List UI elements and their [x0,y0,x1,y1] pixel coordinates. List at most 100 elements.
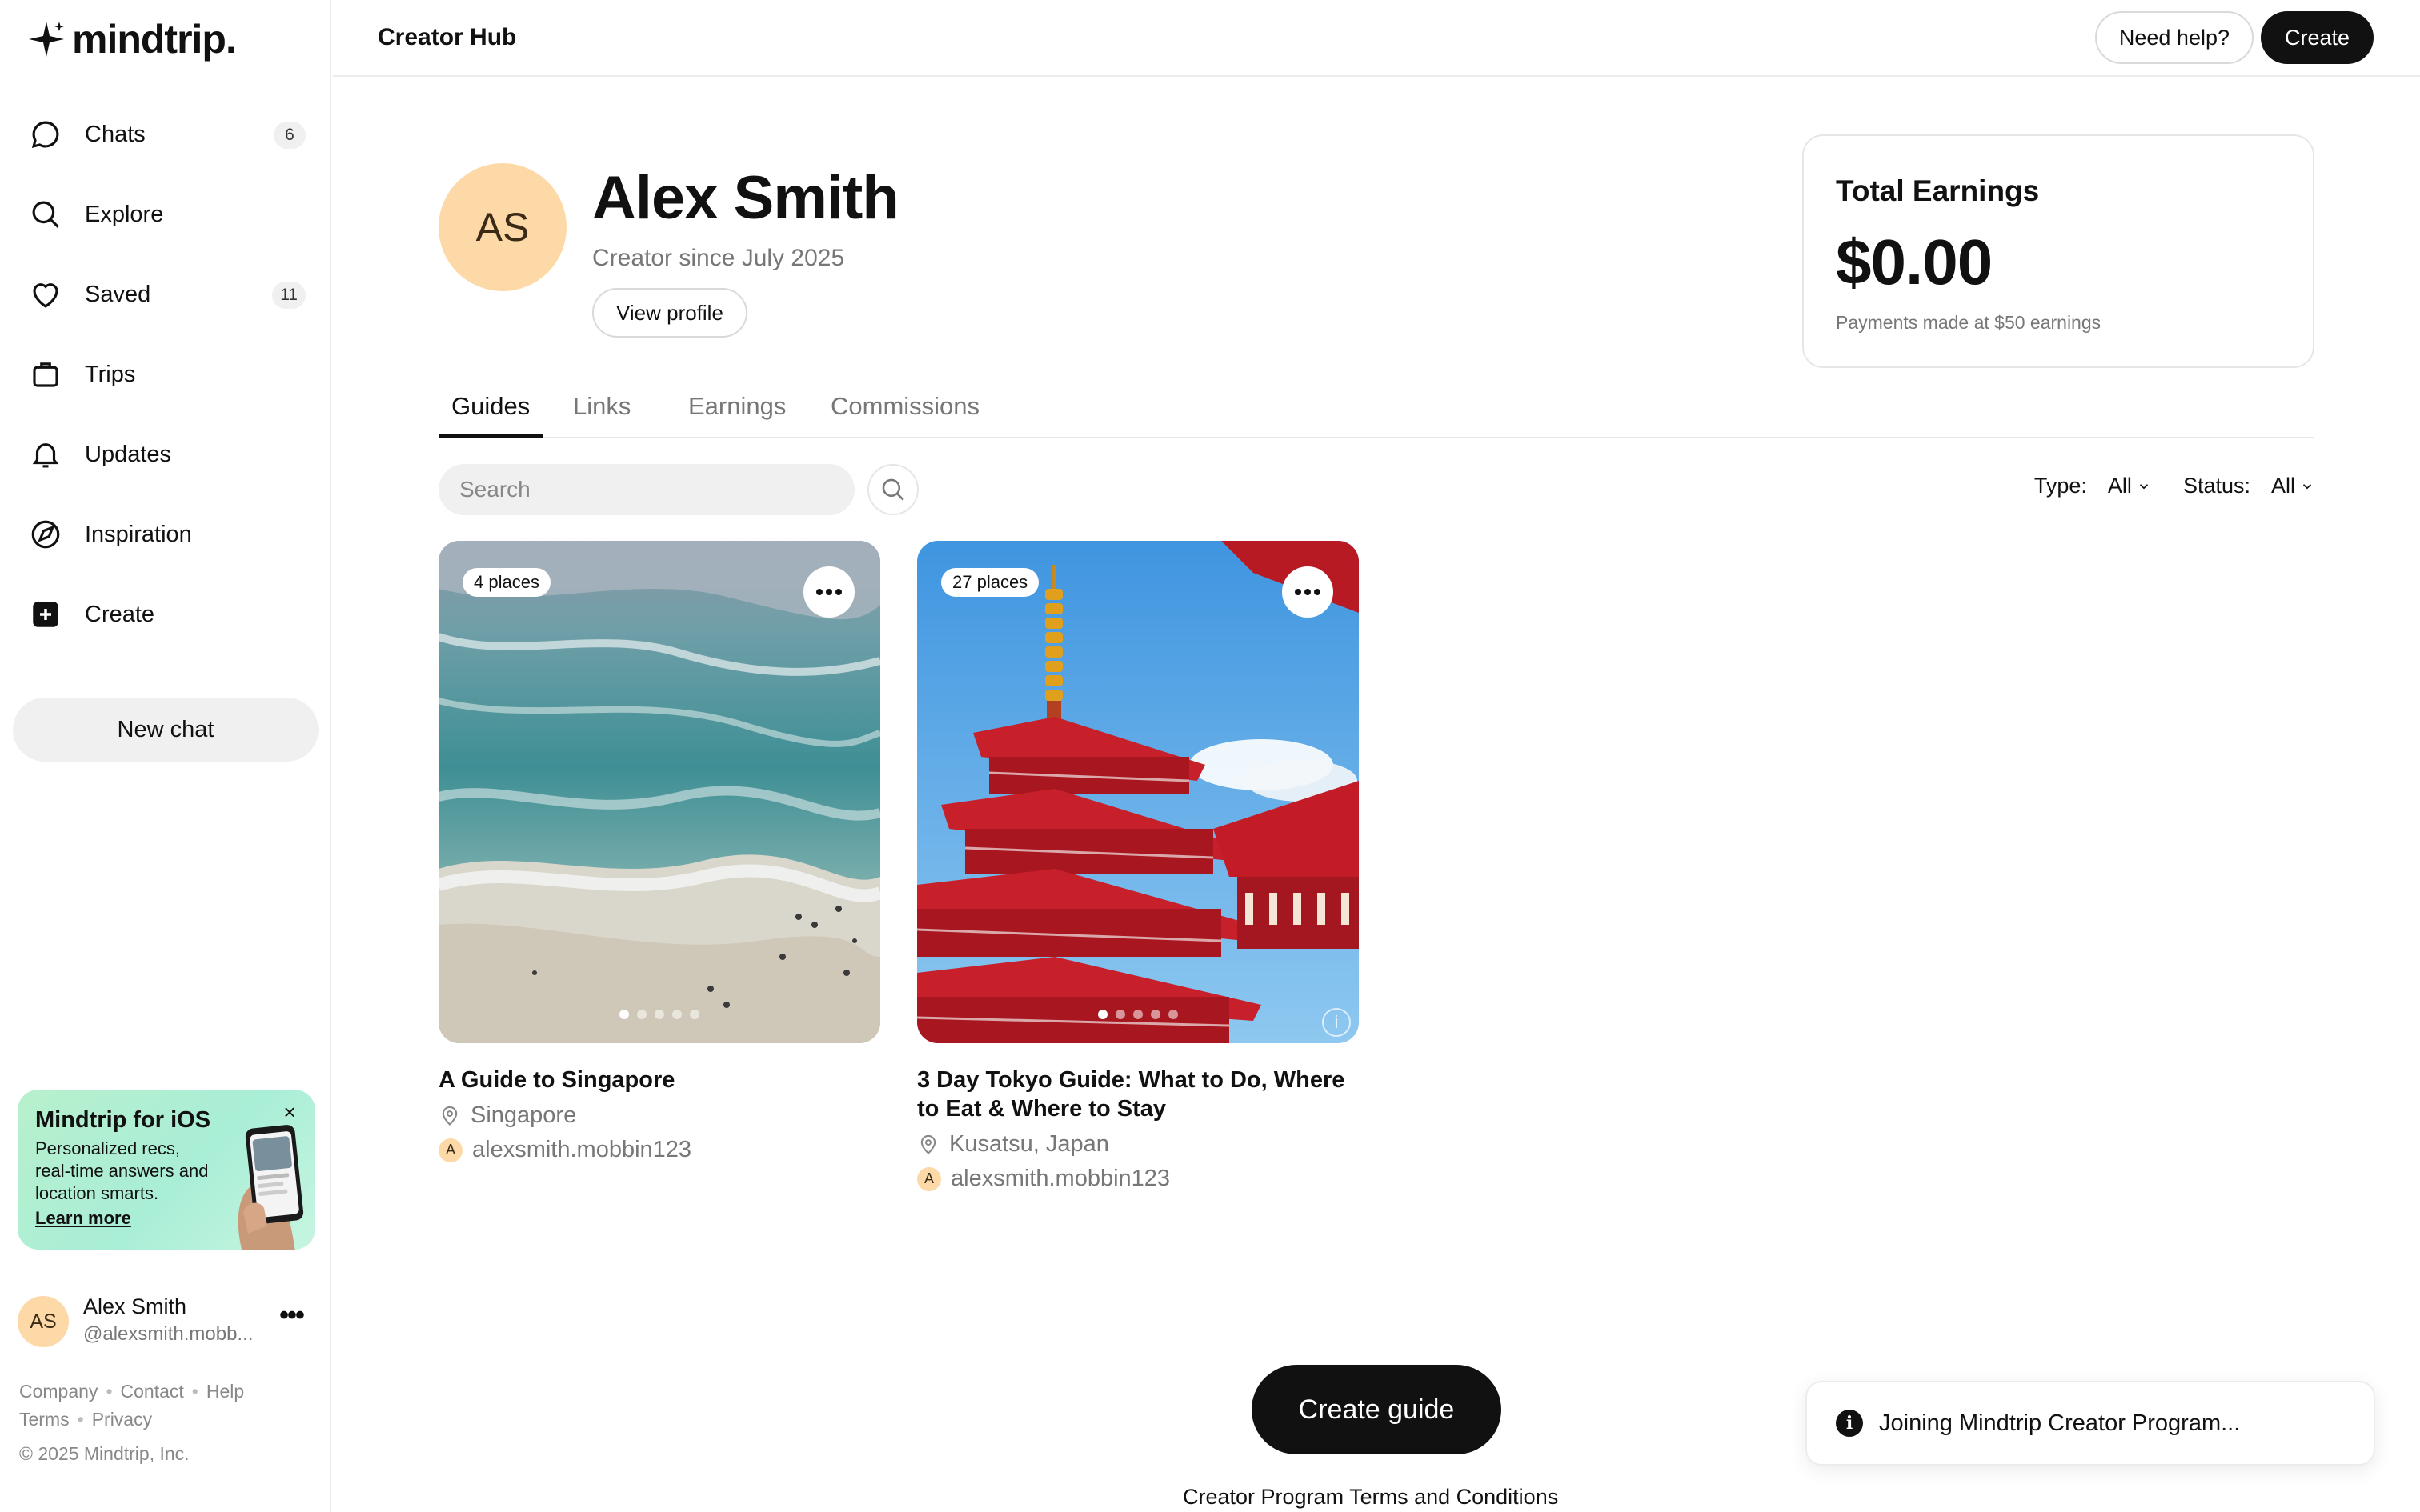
sidebar: mindtrip. Chats 6 Explore Saved 11 Trips… [0,0,331,1512]
guide-author[interactable]: A alexsmith.mobbin123 [439,1137,880,1163]
map-pin-icon [920,1134,936,1154]
compass-icon [27,516,64,553]
info-icon: i [1836,1410,1863,1437]
mindtrip-logo[interactable]: mindtrip. [26,16,237,62]
heart-icon [27,276,64,313]
search-icon [27,196,64,233]
contact-link[interactable]: Contact [121,1381,184,1402]
guide-title[interactable]: A Guide to Singapore [439,1066,880,1094]
search-button[interactable] [867,464,919,515]
logo-wordmark: mindtrip. [72,17,237,62]
view-profile-button[interactable]: View profile [592,288,747,338]
phone-illustration [238,1125,304,1250]
card-menu-button[interactable] [1282,566,1333,618]
type-filter-dropdown[interactable]: All [2108,474,2151,498]
carousel-dot[interactable] [637,1010,647,1019]
sidebar-item-explore[interactable]: Explore [13,181,319,248]
suitcase-icon [27,356,64,393]
learn-more-link[interactable]: Learn more [35,1208,131,1229]
creator-tabs: Guides Links Earnings Commissions [439,389,2314,438]
more-options-icon[interactable]: ••• [275,1302,307,1331]
page-title: Creator Hub [378,24,517,50]
search-icon [882,478,904,501]
author-avatar: A [917,1166,941,1191]
create-button[interactable]: Create [2260,11,2374,64]
separator-dot: • [191,1381,198,1402]
sidebar-item-updates[interactable]: Updates [13,421,319,488]
carousel-dot[interactable] [1133,1010,1143,1019]
type-filter-label: Type: [2033,474,2087,498]
places-count-pill: 4 places [463,568,551,597]
avatar: AS [18,1296,69,1347]
carousel-dot[interactable] [690,1010,699,1019]
sidebar-item-label: Saved [85,281,151,307]
carousel-dot[interactable] [1151,1010,1160,1019]
toast-message: Joining Mindtrip Creator Program... [1879,1410,2241,1436]
guide-cover-image[interactable]: 4 places [439,541,880,1043]
new-chat-button[interactable]: New chat [13,698,319,762]
terms-link[interactable]: Terms [19,1409,70,1430]
sidebar-item-saved[interactable]: Saved 11 [13,261,319,328]
separator-dot: • [77,1409,84,1430]
sidebar-item-create[interactable]: Create [13,581,319,648]
guide-author[interactable]: A alexsmith.mobbin123 [917,1166,1359,1192]
sidebar-item-chats[interactable]: Chats 6 [13,101,319,168]
chat-bubble-icon [27,116,64,153]
red-pagoda-photo [917,541,1359,1043]
total-earnings-card: Total Earnings $0.00 Payments made at $5… [1802,134,2314,368]
carousel-dot[interactable] [1116,1010,1125,1019]
tab-guides[interactable]: Guides [439,389,543,438]
sparkle-logo-icon [29,22,64,57]
location-text: Singapore [471,1102,577,1128]
close-promo-button[interactable]: × [278,1101,301,1123]
guide-title[interactable]: 3 Day Tokyo Guide: What to Do, Where to … [917,1066,1359,1123]
promo-title: Mindtrip for iOS [35,1107,211,1133]
guide-cover-image[interactable]: 27 places i [917,541,1359,1043]
guide-card[interactable]: 27 places i 3 Day Tokyo Guide: What to D… [917,541,1359,1192]
user-name: Alex Smith [83,1294,187,1318]
status-filter-label: Status: [2182,474,2250,498]
saved-count-badge: 11 [272,282,306,309]
privacy-link[interactable]: Privacy [92,1409,152,1430]
carousel-dot[interactable] [619,1010,629,1019]
card-menu-button[interactable] [803,566,855,618]
tab-earnings[interactable]: Earnings [675,389,799,438]
status-filter-dropdown[interactable]: All [2271,474,2314,498]
sidebar-item-inspiration[interactable]: Inspiration [13,501,319,568]
profile-name: Alex Smith [592,164,899,232]
carousel-dot[interactable] [655,1010,664,1019]
carousel-dot[interactable] [1168,1010,1178,1019]
carousel-dot[interactable] [672,1010,682,1019]
help-link[interactable]: Help [206,1381,244,1402]
sidebar-item-label: Inspiration [85,521,192,547]
carousel-dot[interactable] [1098,1010,1108,1019]
top-bar: Creator Hub Need help? Create [333,0,2420,77]
chevron-down-icon [2139,483,2149,489]
creator-terms-link[interactable]: Creator Program Terms and Conditions [1183,1485,1558,1510]
plus-square-icon [27,596,64,633]
company-link[interactable]: Company [19,1381,98,1402]
type-filter-value: All [2107,474,2132,498]
carousel-dots[interactable] [917,1010,1359,1019]
search-input[interactable] [439,464,855,515]
places-count-pill: 27 places [941,568,1040,597]
filters: Type: All Status: All [2034,474,2314,498]
info-icon[interactable]: i [1322,1008,1351,1037]
need-help-button[interactable]: Need help? [2094,11,2254,64]
chevron-down-icon [2302,483,2312,489]
earnings-value: $0.00 [1836,226,1993,298]
guide-card[interactable]: 4 places A Guide to Singapore Singapore … [439,541,880,1163]
sidebar-item-label: Chats [85,121,146,147]
status-toast: i Joining Mindtrip Creator Program... [1805,1381,2375,1466]
author-avatar: A [439,1138,463,1162]
tab-commissions[interactable]: Commissions [818,389,992,438]
user-account[interactable]: AS Alex Smith @alexsmith.mobb... ••• [18,1294,314,1347]
sidebar-item-trips[interactable]: Trips [13,341,319,408]
create-guide-button[interactable]: Create guide [1252,1365,1501,1454]
creator-since-text: Creator since July 2025 [592,245,845,271]
tab-links[interactable]: Links [560,389,643,438]
sidebar-item-label: Explore [85,201,164,227]
author-name: alexsmith.mobbin123 [472,1137,692,1162]
carousel-dots[interactable] [439,1010,880,1019]
guide-location: Kusatsu, Japan [917,1131,1359,1158]
